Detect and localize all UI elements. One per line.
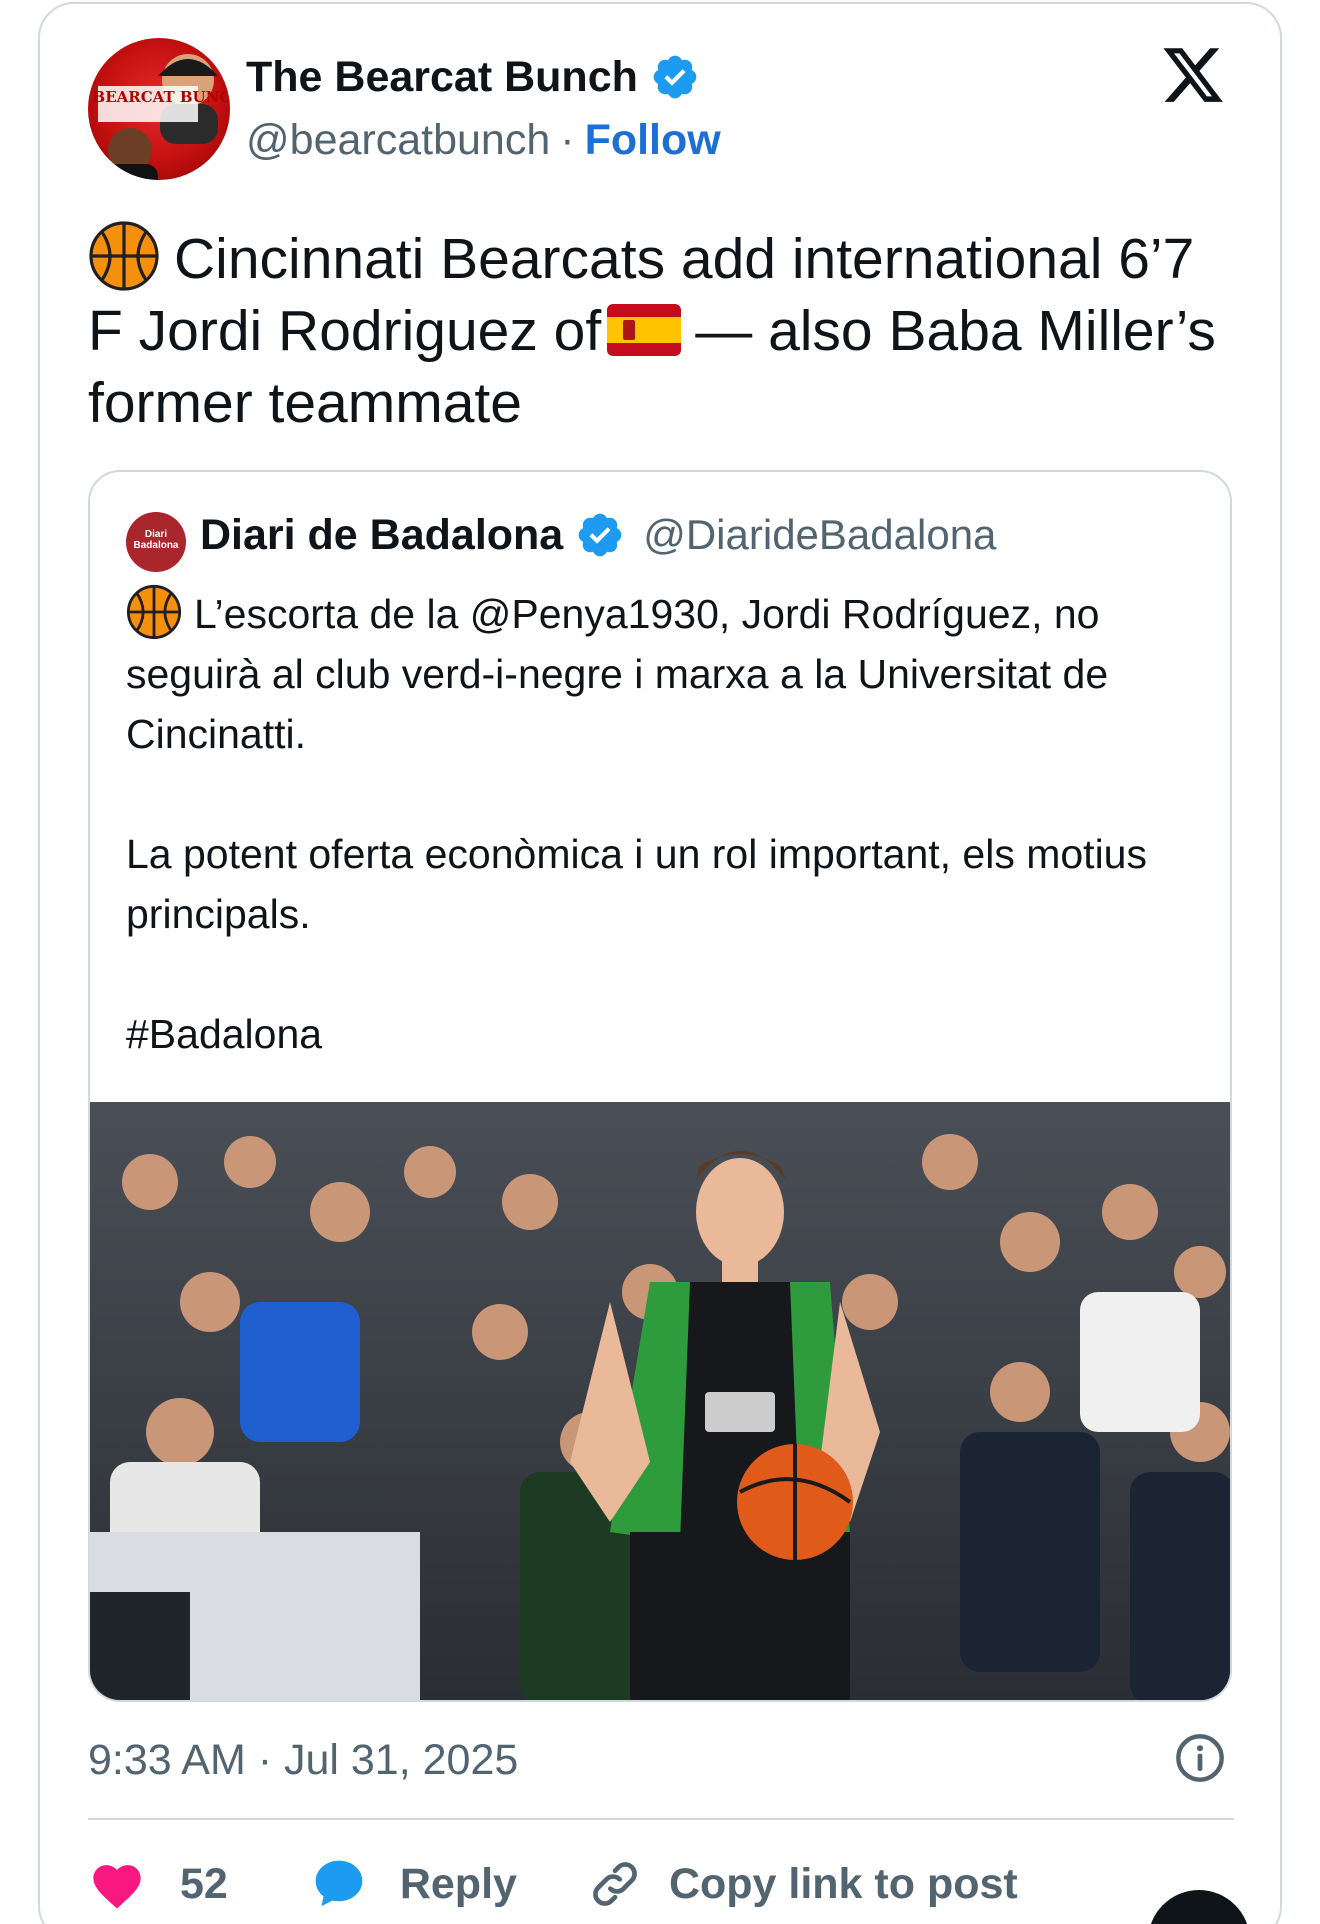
svg-text:THE BEARCAT BUNCH: THE BEARCAT BUNCH <box>88 88 230 106</box>
link-icon <box>593 1862 637 1906</box>
post-timestamp[interactable]: 9:33 AM · Jul 31, 2025 <box>88 1736 518 1785</box>
quoted-tweet[interactable]: Diari Badalona Diari de Badalona @Diarid… <box>88 470 1232 1702</box>
info-icon[interactable] <box>1174 1732 1226 1784</box>
copy-link-button[interactable]: Copy link to post <box>587 1856 1018 1912</box>
verified-badge-icon <box>578 513 622 557</box>
action-bar: 52 Reply Copy link to post <box>88 1852 1018 1916</box>
reply-bubble-icon <box>315 1860 363 1907</box>
like-count: 52 <box>180 1859 228 1908</box>
quoted-paragraph-2: La potent oferta econòmica i un rol impo… <box>126 831 1147 937</box>
spain-flag-icon <box>607 304 682 356</box>
author-avatar[interactable]: THE BEARCAT BUNCH <box>88 38 230 180</box>
basketball-emoji-icon <box>89 221 159 291</box>
like-button[interactable]: 52 <box>88 1858 310 1910</box>
heart-icon <box>93 1865 141 1909</box>
basketball-player-photo <box>90 1102 1230 1700</box>
post-text: Cincinnati Bearcats add international 6’… <box>88 220 1238 439</box>
follow-button[interactable]: Follow <box>585 116 721 164</box>
separator-dot: · <box>560 116 575 164</box>
author-display-name[interactable]: The Bearcat Bunch <box>246 53 638 102</box>
author-name-row: The Bearcat Bunch <box>246 52 700 102</box>
divider <box>88 1818 1234 1820</box>
reply-label: Reply <box>399 1859 517 1908</box>
x-logo-icon[interactable] <box>1160 42 1226 108</box>
quoted-display-name[interactable]: Diari de Badalona <box>200 511 563 560</box>
quoted-hashtag[interactable]: #Badalona <box>126 1004 1196 1064</box>
author-handle[interactable]: @bearcatbunch <box>246 116 550 164</box>
quoted-author-avatar[interactable]: Diari Badalona <box>126 512 186 572</box>
verified-badge-icon <box>653 55 697 99</box>
author-handle-row: @bearcatbunch · Follow <box>246 116 721 165</box>
avatar-artwork: THE BEARCAT BUNCH <box>88 54 230 180</box>
quoted-paragraph-1: L’escorta de la @Penya1930, Jordi Rodríg… <box>126 584 1196 764</box>
quoted-paragraph-1-text: L’escorta de la @Penya1930, Jordi Rodríg… <box>126 591 1109 757</box>
quoted-handle[interactable]: @DiarideBadalona <box>643 511 996 559</box>
quoted-body: L’escorta de la @Penya1930, Jordi Rodríg… <box>126 584 1196 1064</box>
reply-button[interactable]: Reply <box>310 1856 587 1912</box>
copy-link-label: Copy link to post <box>668 1859 1018 1908</box>
basketball-emoji-icon <box>126 584 182 640</box>
quoted-author-row: Diari de Badalona @DiarideBadalona <box>200 510 996 560</box>
quoted-media-photo[interactable] <box>90 1102 1230 1700</box>
